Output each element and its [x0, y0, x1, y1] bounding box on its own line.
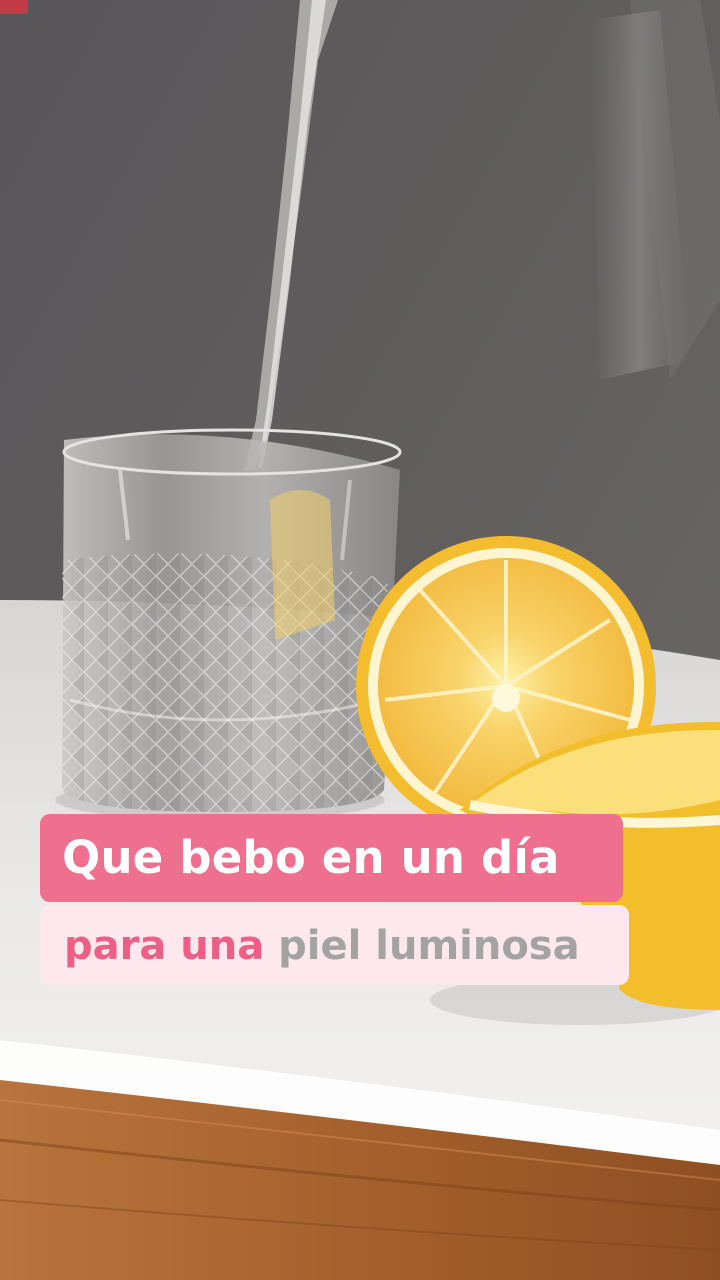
- caption-subtitle-highlight: para una: [64, 923, 265, 969]
- caption-subtitle: para una piel luminosa: [40, 905, 629, 985]
- caption-title: Que bebo en un día: [40, 814, 623, 902]
- photo-background: [0, 0, 720, 1280]
- story-frame: Que bebo en un día para una piel luminos…: [0, 0, 720, 1280]
- caption-subtitle-rest: piel luminosa: [278, 923, 580, 969]
- caption-title-text: Que bebo en un día: [62, 831, 560, 884]
